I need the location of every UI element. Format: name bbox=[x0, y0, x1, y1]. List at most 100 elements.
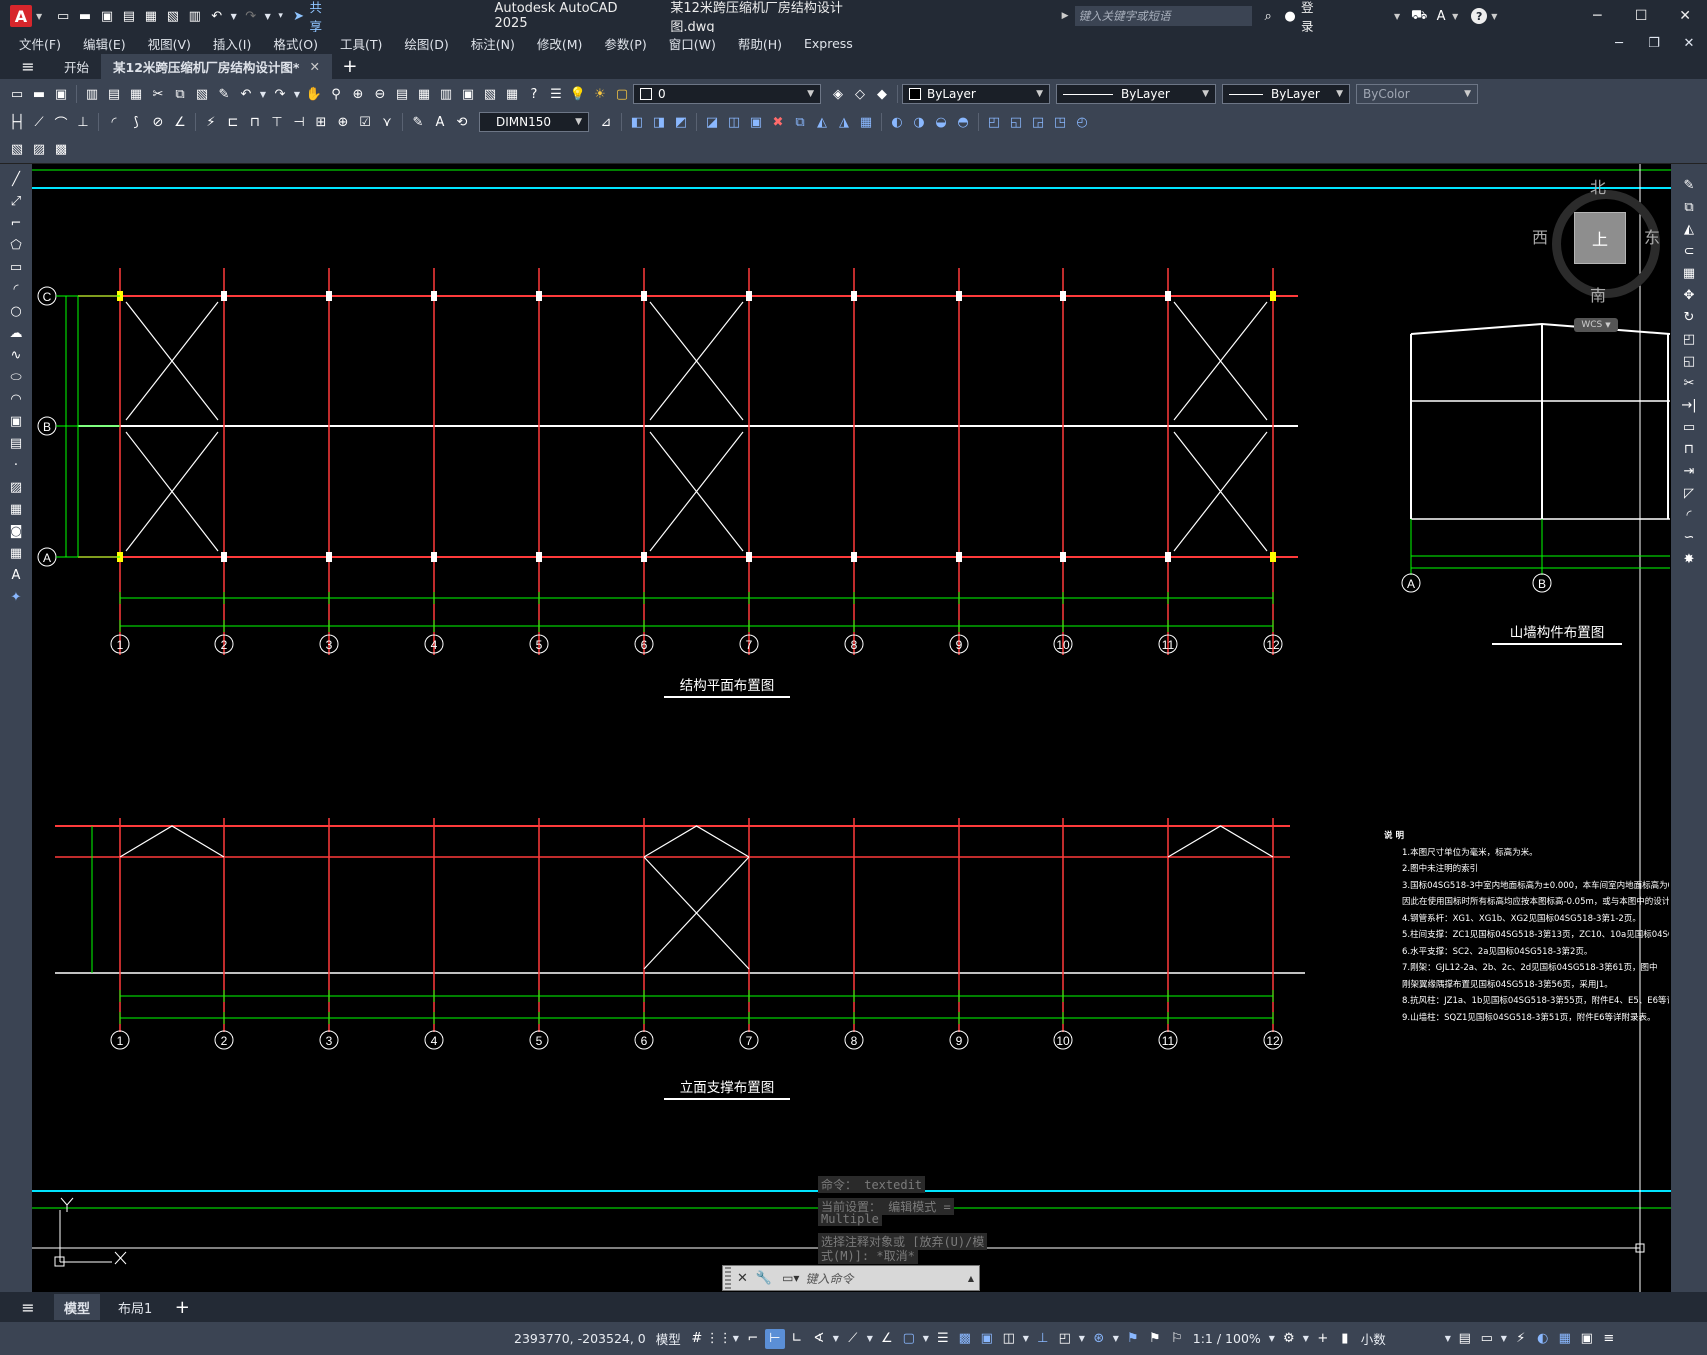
view-right-icon[interactable]: ◓ bbox=[953, 112, 973, 132]
gizmo-icon[interactable]: ⊛ bbox=[1089, 1329, 1109, 1349]
zoom-previous-icon[interactable]: ⊖ bbox=[370, 84, 390, 104]
mirror-icon[interactable]: ◭ bbox=[1679, 219, 1699, 239]
dim-linear-icon[interactable]: ├┤ bbox=[7, 112, 27, 132]
line-icon[interactable]: ╱ bbox=[6, 169, 26, 189]
dim-space-icon[interactable]: ⊤ bbox=[267, 112, 287, 132]
annotation-scale-value[interactable]: 1:1 / 100% bbox=[1193, 1331, 1261, 1346]
undo-dropdown-icon[interactable]: ▼ bbox=[258, 84, 268, 104]
dim-break-icon[interactable]: ⊣ bbox=[289, 112, 309, 132]
publish-icon[interactable]: ▦ bbox=[141, 6, 161, 26]
copy-object-icon[interactable]: ⧉ bbox=[1679, 197, 1699, 217]
rotate-icon[interactable]: ↻ bbox=[1679, 307, 1699, 327]
stretch-icon[interactable]: ◱ bbox=[1679, 351, 1699, 371]
plot-icon[interactable]: ▥ bbox=[82, 84, 102, 104]
login-button[interactable]: 登录 bbox=[1301, 0, 1326, 35]
extend-icon[interactable]: →| bbox=[1679, 395, 1699, 415]
annotation-scale-icon[interactable]: ⚐ bbox=[1167, 1329, 1187, 1349]
dim-diameter-icon[interactable]: ⊘ bbox=[148, 112, 168, 132]
layer-properties-icon[interactable]: ☰ bbox=[546, 84, 566, 104]
hatch-icon[interactable]: ▨ bbox=[6, 477, 26, 497]
cut-icon[interactable]: ✂ bbox=[148, 84, 168, 104]
zoom-window-icon[interactable]: ⊕ bbox=[348, 84, 368, 104]
close-tab-icon[interactable]: ✕ bbox=[309, 59, 319, 74]
save-toolbar-icon[interactable]: ▣ bbox=[51, 84, 71, 104]
print-icon[interactable]: ▥ bbox=[185, 6, 205, 26]
menu-view[interactable]: 视图(V) bbox=[148, 34, 191, 53]
hamburger-menu-icon[interactable]: ≡ bbox=[18, 57, 38, 77]
modeling-box-icon[interactable]: ◧ bbox=[627, 112, 647, 132]
object-snap-tracking-icon[interactable]: ∠ bbox=[877, 1329, 897, 1349]
wcs-menu[interactable]: WCS ▼ bbox=[1574, 318, 1618, 332]
circle-icon[interactable]: ○ bbox=[6, 301, 26, 321]
open-folder-icon[interactable]: ▬ bbox=[75, 6, 95, 26]
search-expand-icon[interactable]: ▶ bbox=[1062, 11, 1069, 21]
dim-style-manager-icon[interactable]: ⊿ bbox=[596, 112, 616, 132]
calculator-icon[interactable]: ▦ bbox=[502, 84, 522, 104]
ellipse-icon[interactable]: ⬭ bbox=[6, 367, 26, 387]
units-value[interactable]: 小数 bbox=[1361, 1329, 1437, 1348]
dim-edit-icon[interactable]: ✎ bbox=[408, 112, 428, 132]
app-caret-icon[interactable]: ▼ bbox=[1452, 12, 1458, 21]
annotation-visibility-icon[interactable]: ⚑ bbox=[1123, 1329, 1143, 1349]
redo-icon[interactable]: ↷ bbox=[241, 6, 261, 26]
units-icon[interactable]: ▮ bbox=[1335, 1329, 1355, 1349]
scale-caret-icon[interactable]: ▼ bbox=[1267, 1329, 1277, 1349]
compass-west[interactable]: 西 bbox=[1532, 224, 1548, 248]
gizmo-caret-icon[interactable]: ▼ bbox=[1111, 1329, 1121, 1349]
snap-mode-icon[interactable]: ⋮⋮ bbox=[706, 1329, 732, 1349]
units-caret-icon[interactable]: ▼ bbox=[1443, 1329, 1453, 1349]
lineweight-toggle-icon[interactable]: ☰ bbox=[933, 1329, 953, 1349]
attribute-edit-icon[interactable]: ▧ bbox=[7, 140, 27, 160]
dim-baseline-icon[interactable]: ⊏ bbox=[223, 112, 243, 132]
lock-ui-caret-icon[interactable]: ▼ bbox=[1499, 1329, 1509, 1349]
layer-on-icon[interactable]: 💡 bbox=[568, 84, 588, 104]
viewcube-top-face[interactable]: 上 bbox=[1574, 212, 1626, 264]
command-close-icon[interactable]: ✕ bbox=[737, 1271, 748, 1286]
model-space-button[interactable]: 模型 bbox=[656, 1329, 681, 1348]
sheet-set-icon[interactable]: ▣ bbox=[458, 84, 478, 104]
erase-icon[interactable]: ✎ bbox=[1679, 175, 1699, 195]
menu-parametric[interactable]: 参数(P) bbox=[604, 34, 646, 53]
make-block-icon[interactable]: ▤ bbox=[6, 433, 26, 453]
design-center-icon[interactable]: ▦ bbox=[414, 84, 434, 104]
table-icon[interactable]: ▦ bbox=[6, 543, 26, 563]
dim-update-icon[interactable]: ⟲ bbox=[452, 112, 472, 132]
fillet-icon[interactable]: ◜ bbox=[1679, 505, 1699, 525]
move-icon[interactable]: ✥ bbox=[1679, 285, 1699, 305]
redo-toolbar-icon[interactable]: ↷ bbox=[270, 84, 290, 104]
menu-dimension[interactable]: 标注(N) bbox=[471, 34, 515, 53]
new-file-icon[interactable]: ▭ bbox=[53, 6, 73, 26]
insert-block-icon[interactable]: ▣ bbox=[6, 411, 26, 431]
selection-filter-icon[interactable]: ◰ bbox=[1055, 1329, 1075, 1349]
save-icon[interactable]: ▣ bbox=[97, 6, 117, 26]
hardware-acceleration-icon[interactable]: ◐ bbox=[1533, 1329, 1553, 1349]
arc-icon[interactable]: ◜ bbox=[6, 279, 26, 299]
autocad-logo-icon[interactable]: A bbox=[10, 5, 32, 27]
quick-properties-icon[interactable]: ▤ bbox=[1455, 1329, 1475, 1349]
polygon-icon[interactable]: ⬠ bbox=[6, 235, 26, 255]
plotstyle-dropdown[interactable]: ByColor ▼ bbox=[1356, 84, 1478, 104]
undo-icon[interactable]: ↶ bbox=[207, 6, 227, 26]
command-recent-icon[interactable]: ▭▾ bbox=[782, 1271, 799, 1285]
modify-scale-icon[interactable]: ▣ bbox=[746, 112, 766, 132]
layer-states-icon[interactable]: ◆ bbox=[872, 84, 892, 104]
command-grip-icon[interactable] bbox=[725, 1267, 731, 1289]
ucs-icon[interactable]: ◰ bbox=[984, 112, 1004, 132]
attribute-manager-icon[interactable]: ▩ bbox=[51, 140, 71, 160]
new-layout-icon[interactable]: + bbox=[172, 1297, 192, 1318]
view-top-icon[interactable]: ◐ bbox=[887, 112, 907, 132]
construction-line-icon[interactable]: ⤢ bbox=[6, 191, 26, 211]
command-history-toggle-icon[interactable]: ▲ bbox=[968, 1274, 974, 1283]
transparency-icon[interactable]: ▩ bbox=[955, 1329, 975, 1349]
trim-icon[interactable]: ✂ bbox=[1679, 373, 1699, 393]
compass-north[interactable]: 北 bbox=[1590, 174, 1606, 198]
workspace-caret-icon[interactable]: ▼ bbox=[1301, 1329, 1311, 1349]
match-properties-icon[interactable]: ✎ bbox=[214, 84, 234, 104]
jogged-linear-icon[interactable]: ⋎ bbox=[377, 112, 397, 132]
user-icon[interactable]: ● bbox=[1280, 6, 1300, 26]
workspace-gear-icon[interactable]: ⚙ bbox=[1279, 1329, 1299, 1349]
share-button[interactable]: 共享 bbox=[310, 0, 335, 35]
ucs-world-icon[interactable]: ◱ bbox=[1006, 112, 1026, 132]
dim-jogged-icon[interactable]: ⟆ bbox=[126, 112, 146, 132]
isolate-objects-icon[interactable]: ⚡ bbox=[1511, 1329, 1531, 1349]
